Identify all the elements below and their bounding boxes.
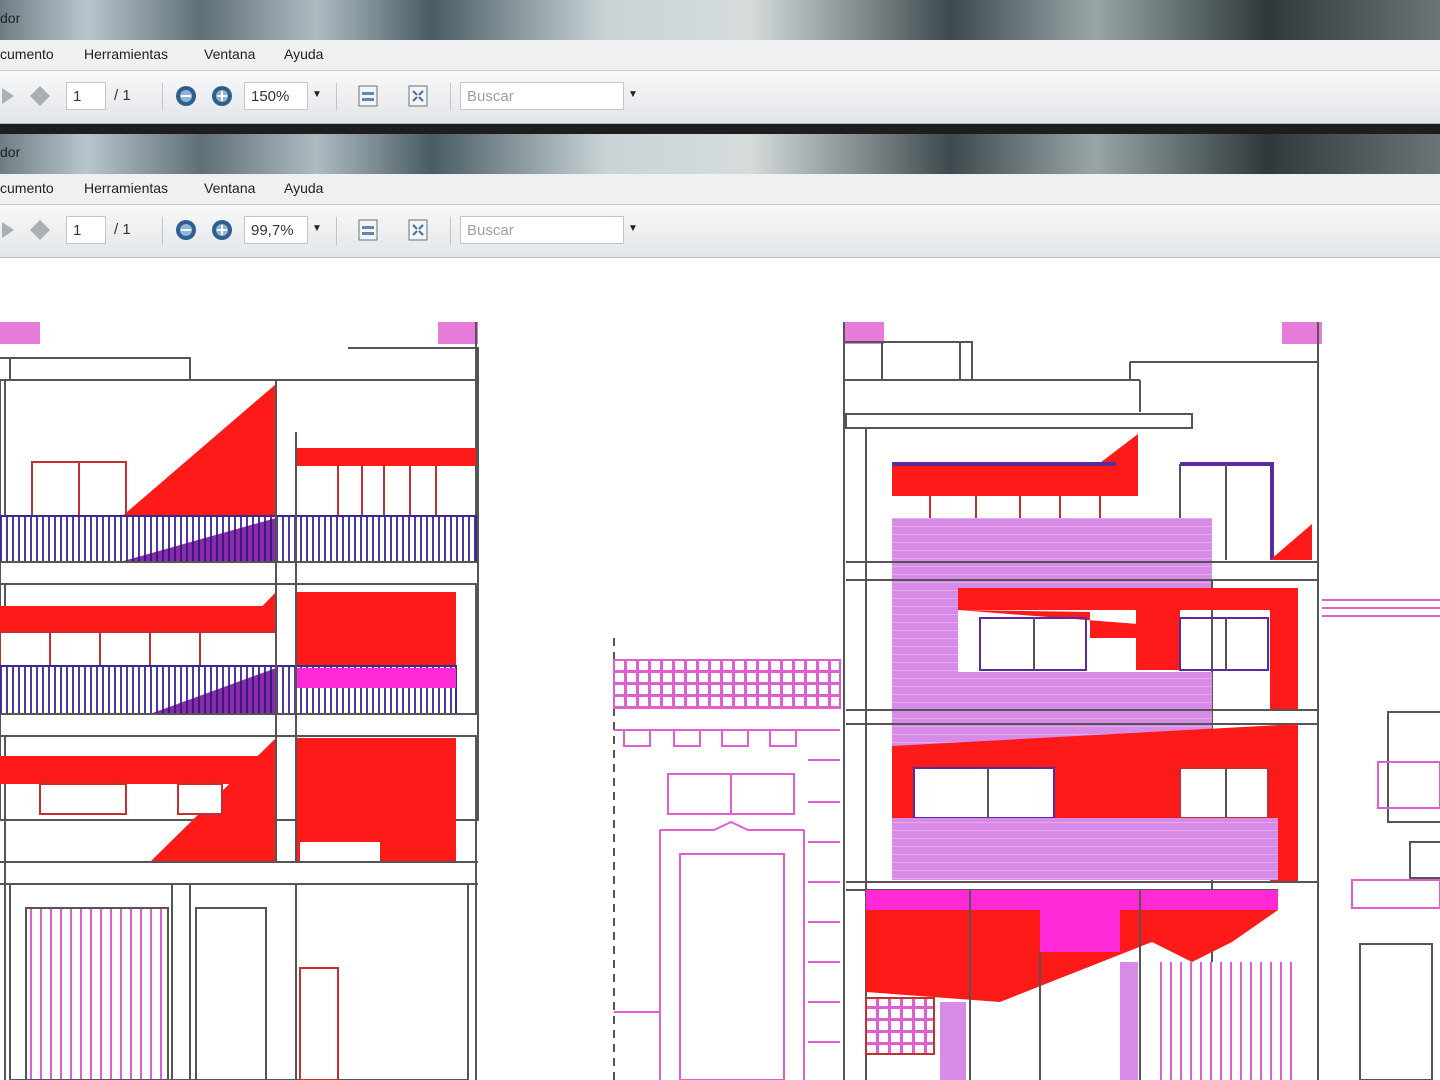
menu-ventana[interactable]: Ventana [204, 180, 255, 196]
dropdown-caret-icon[interactable]: ▼ [628, 223, 638, 234]
zoom-level-input[interactable]: 99,7% [244, 216, 308, 244]
menu-documento[interactable]: cumento [0, 46, 54, 62]
left-building-elevation [0, 322, 479, 1080]
nav-back-icon[interactable] [28, 84, 52, 108]
window-1-title: dor [0, 10, 21, 26]
zoom-out-icon[interactable] [174, 218, 198, 242]
zoom-in-icon[interactable] [210, 218, 234, 242]
window-border [0, 124, 1440, 134]
fit-page-icon[interactable] [406, 218, 430, 242]
toolbar-separator [450, 83, 451, 111]
right-building-elevation [843, 322, 1322, 1080]
neighbor-facade [613, 638, 841, 1080]
fit-width-icon[interactable] [356, 84, 380, 108]
nav-forward-icon[interactable] [0, 218, 24, 242]
nav-forward-icon[interactable] [0, 84, 24, 108]
dropdown-caret-icon[interactable]: ▼ [312, 89, 322, 100]
page-number-input[interactable]: 1 [66, 216, 106, 244]
window-2-toolbar: 1 / 1 99,7% ▼ Buscar ▼ [0, 205, 1440, 258]
dropdown-caret-icon[interactable]: ▼ [312, 223, 322, 234]
fit-page-icon[interactable] [406, 84, 430, 108]
document-canvas[interactable] [0, 262, 1440, 1080]
page-total-label: / 1 [114, 87, 131, 104]
window-1-menubar: cumento Herramientas Ventana Ayuda [0, 40, 1440, 71]
far-right-neighbor [1322, 599, 1440, 1080]
toolbar-separator [336, 217, 337, 245]
page-number-input[interactable]: 1 [66, 82, 106, 110]
dropdown-caret-icon[interactable]: ▼ [628, 89, 638, 100]
window-1-toolbar: 1 / 1 150% ▼ Buscar ▼ [0, 71, 1440, 124]
menu-herramientas[interactable]: Herramientas [84, 180, 168, 196]
menu-ventana[interactable]: Ventana [204, 46, 255, 62]
fit-width-icon[interactable] [356, 218, 380, 242]
zoom-level-input[interactable]: 150% [244, 82, 308, 110]
menu-ayuda[interactable]: Ayuda [284, 46, 323, 62]
menu-documento[interactable]: cumento [0, 180, 54, 196]
page-total-label: / 1 [114, 221, 131, 238]
search-input[interactable]: Buscar [460, 82, 624, 110]
zoom-out-icon[interactable] [174, 84, 198, 108]
window-2-menubar: cumento Herramientas Ventana Ayuda [0, 174, 1440, 205]
toolbar-separator [162, 83, 163, 111]
toolbar-separator [336, 83, 337, 111]
window-2-title: dor [0, 144, 21, 160]
window-2-titlebar[interactable]: dor [0, 134, 1440, 174]
menu-herramientas[interactable]: Herramientas [84, 46, 168, 62]
toolbar-separator [450, 217, 451, 245]
nav-back-icon[interactable] [28, 218, 52, 242]
zoom-in-icon[interactable] [210, 84, 234, 108]
search-input[interactable]: Buscar [460, 216, 624, 244]
toolbar-separator [162, 217, 163, 245]
window-1-titlebar[interactable]: dor [0, 0, 1440, 40]
menu-ayuda[interactable]: Ayuda [284, 180, 323, 196]
